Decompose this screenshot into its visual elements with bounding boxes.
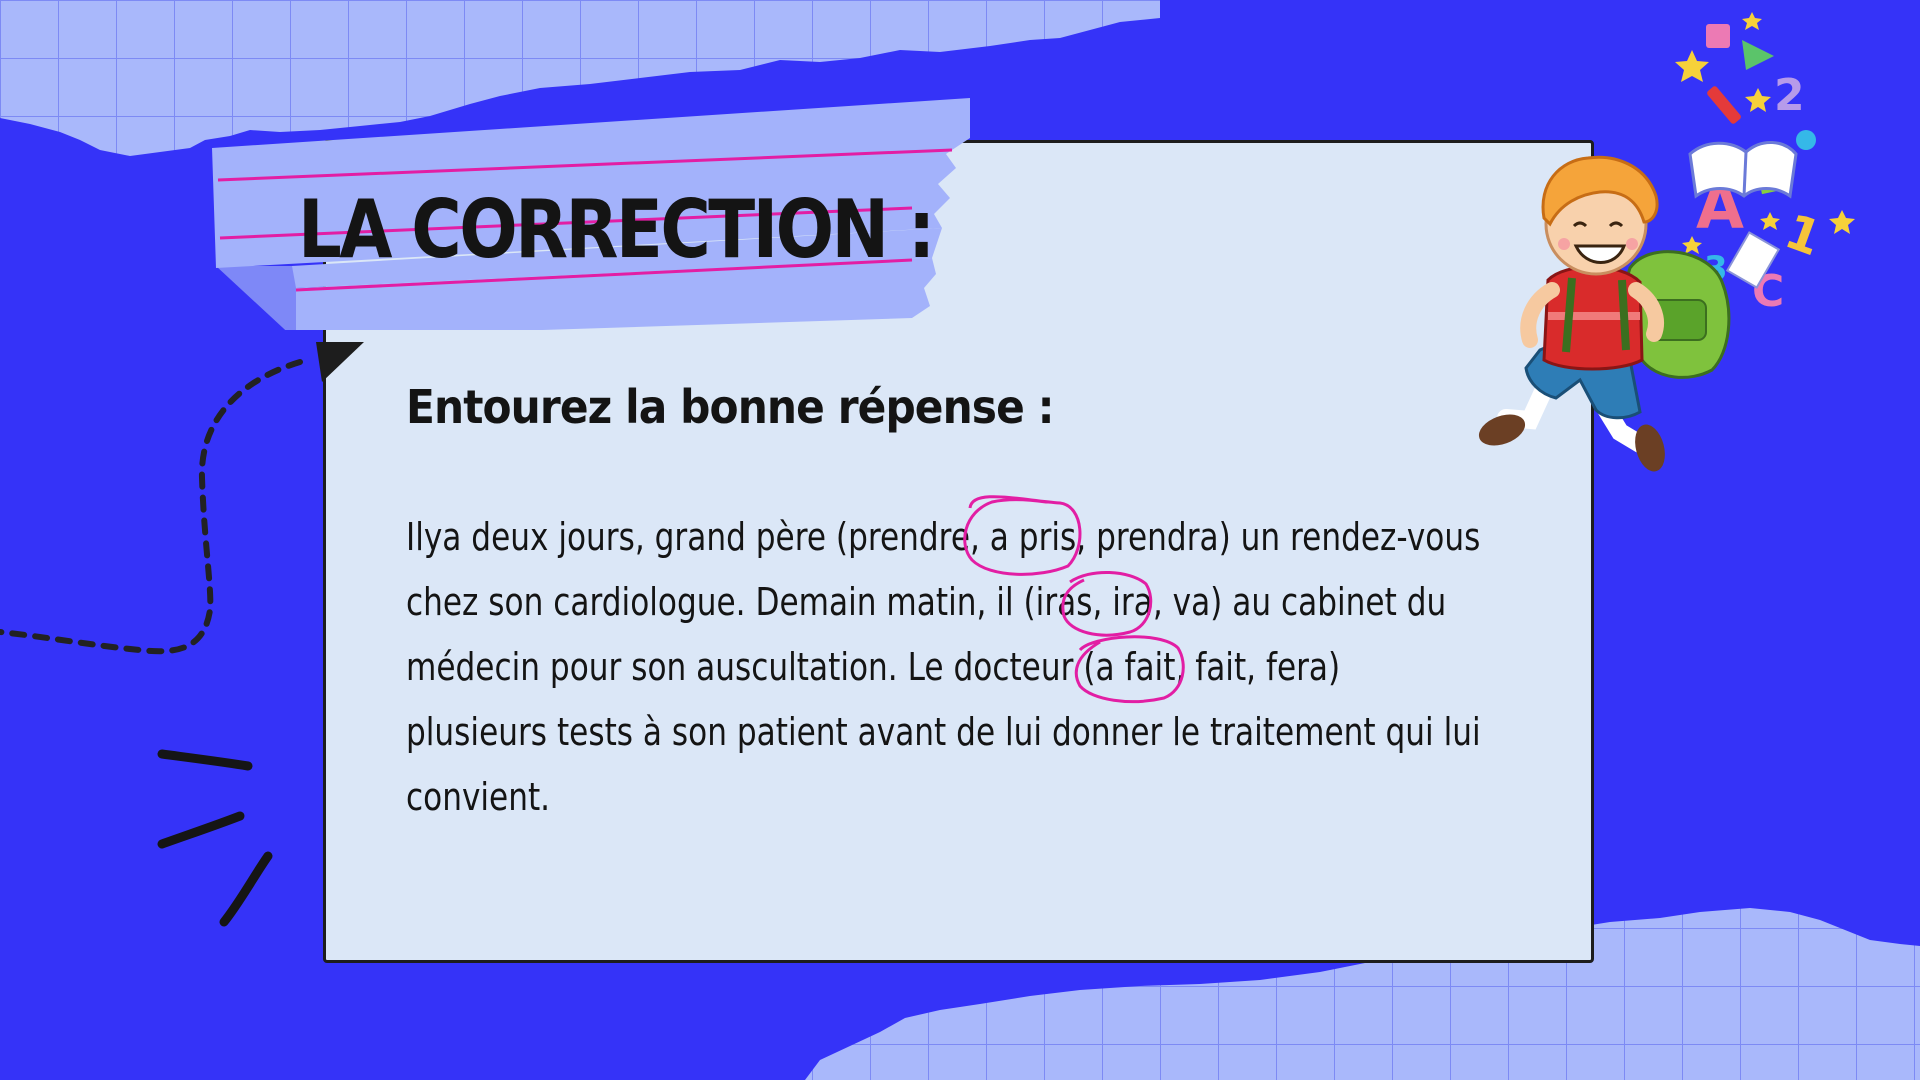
paragraph-line: convient. — [406, 775, 551, 819]
paragraph-line: plusieurs tests à son patient avant de l… — [406, 710, 1481, 754]
slide: LA CORRECTION : Entourez la bonne répens… — [0, 0, 1920, 1080]
paragraph-line: Ilya deux jours, grand père (prendre, a … — [406, 515, 1481, 559]
instruction-heading: Entourez la bonne répense : — [406, 380, 1055, 434]
paragraph-line: médecin pour son auscultation. Le docteu… — [406, 645, 1341, 689]
slide-title: LA CORRECTION : — [298, 183, 935, 276]
paragraph-line: chez son cardiologue. Demain matin, il (… — [406, 580, 1447, 624]
exercise-paragraph: Ilya deux jours, grand père (prendre, a … — [406, 505, 1606, 830]
